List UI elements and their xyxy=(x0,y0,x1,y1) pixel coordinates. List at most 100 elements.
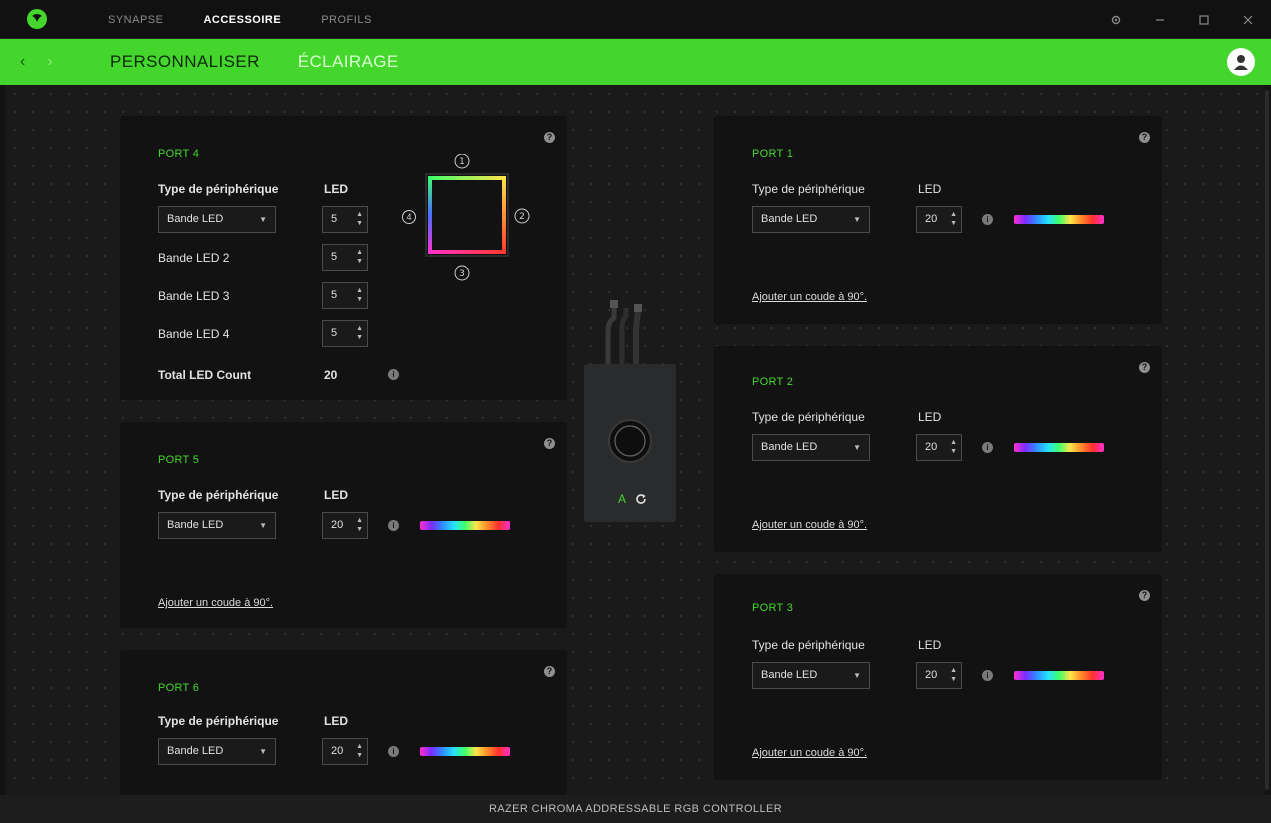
strip-2-label: Bande LED 2 xyxy=(158,251,230,265)
nav-accessoire[interactable]: ACCESSOIRE xyxy=(203,14,281,26)
led-stepper[interactable]: 5 ▲ ▼ xyxy=(322,206,368,233)
led-stepper[interactable]: 20 ▲ ▼ xyxy=(322,738,368,765)
maximize-icon[interactable] xyxy=(1195,11,1213,29)
stepper-arrows-icon[interactable]: ▲ ▼ xyxy=(950,666,957,684)
led-label: LED xyxy=(918,410,942,424)
stepper-value: 20 xyxy=(925,213,938,225)
help-icon[interactable]: ? xyxy=(1139,590,1150,601)
chevron-down-icon: ▼ xyxy=(259,521,267,530)
device-type-label: Type de périphérique xyxy=(158,182,279,196)
chevron-down-icon: ▼ xyxy=(259,215,267,224)
led-stepper[interactable]: 20 ▲ ▼ xyxy=(322,512,368,539)
refresh-icon[interactable] xyxy=(634,492,648,506)
led-label: LED xyxy=(918,638,942,652)
info-icon[interactable]: i xyxy=(388,746,399,757)
stepper-arrows-icon[interactable]: ▲ ▼ xyxy=(356,248,363,266)
strip-3-label: Bande LED 3 xyxy=(158,289,230,303)
device-type-dropdown[interactable]: Bande LED ▼ xyxy=(158,206,276,233)
help-icon[interactable]: ? xyxy=(544,132,555,143)
minimize-icon[interactable] xyxy=(1151,11,1169,29)
stepper-value: 5 xyxy=(331,289,338,301)
device-type-dropdown[interactable]: Bande LED ▼ xyxy=(158,512,276,539)
add-bend-link[interactable]: Ajouter un coude à 90°. xyxy=(752,291,867,303)
device-name: RAZER CHROMA ADDRESSABLE RGB CONTROLLER xyxy=(488,803,783,815)
back-arrow-icon[interactable]: ‹ xyxy=(20,53,25,71)
device-type-label: Type de périphérique xyxy=(158,714,279,728)
info-icon[interactable]: i xyxy=(388,520,399,531)
top-menu-bar: SYNAPSE ACCESSOIRE PROFILS xyxy=(0,0,1271,39)
port-title: PORT 3 xyxy=(752,602,794,614)
rgb-controller-device: A xyxy=(584,364,676,522)
chevron-down-icon: ▼ xyxy=(853,443,861,452)
stepper-arrows-icon[interactable]: ▲ ▼ xyxy=(356,286,363,304)
stepper-arrows-icon[interactable]: ▲ ▼ xyxy=(356,742,363,760)
led-stepper[interactable]: 20 ▲ ▼ xyxy=(916,434,962,461)
led-ring-diagram: 1 2 3 xyxy=(425,154,530,281)
port-title: PORT 2 xyxy=(752,376,794,388)
dropdown-value: Bande LED xyxy=(761,669,818,681)
strip-2-stepper[interactable]: 5 ▲ ▼ xyxy=(322,244,368,271)
stepper-arrows-icon[interactable]: ▲ ▼ xyxy=(356,324,363,342)
tab-personnaliser[interactable]: PERSONNALISER xyxy=(110,52,260,72)
settings-icon[interactable] xyxy=(1107,11,1125,29)
tab-eclairage[interactable]: ÉCLAIRAGE xyxy=(298,52,399,72)
stepper-arrows-icon[interactable]: ▲ ▼ xyxy=(950,210,957,228)
port-3-card: ? PORT 3 Type de périphérique LED Bande … xyxy=(714,574,1162,780)
ring-label-2: 2 xyxy=(519,212,525,222)
ring-label-3: 3 xyxy=(459,269,465,279)
razer-chroma-logo-icon xyxy=(608,419,652,463)
led-stepper[interactable]: 20 ▲ ▼ xyxy=(916,662,962,689)
strip-4-stepper[interactable]: 5 ▲ ▼ xyxy=(322,320,368,347)
device-type-dropdown[interactable]: Bande LED ▼ xyxy=(752,434,870,461)
info-icon[interactable]: i xyxy=(982,214,993,225)
led-strip-preview xyxy=(1014,215,1104,224)
port-2-card: ? PORT 2 Type de périphérique LED Bande … xyxy=(714,346,1162,552)
led-stepper[interactable]: 20 ▲ ▼ xyxy=(916,206,962,233)
dropdown-value: Bande LED xyxy=(167,213,224,225)
help-icon[interactable]: ? xyxy=(544,666,555,677)
stepper-arrows-icon[interactable]: ▲ ▼ xyxy=(356,516,363,534)
help-icon[interactable]: ? xyxy=(1139,132,1150,143)
strip-3-stepper[interactable]: 5 ▲ ▼ xyxy=(322,282,368,309)
port-4-card: ? PORT 4 Type de périphérique LED Bande … xyxy=(120,116,567,400)
port-5-card: ? PORT 5 Type de périphérique LED Bande … xyxy=(120,422,567,628)
controller-cables xyxy=(605,300,642,370)
port-6-card: ? PORT 6 Type de périphérique LED Bande … xyxy=(120,650,567,795)
port-1-card: ? PORT 1 Type de périphérique LED Bande … xyxy=(714,116,1162,324)
window-controls xyxy=(1107,0,1257,39)
forward-arrow-icon[interactable]: › xyxy=(47,53,52,71)
scrollbar[interactable] xyxy=(1265,90,1269,790)
port-title: PORT 5 xyxy=(158,454,200,466)
nav-profils[interactable]: PROFILS xyxy=(321,14,372,26)
device-name-footer: RAZER CHROMA ADDRESSABLE RGB CONTROLLER xyxy=(0,795,1271,823)
add-bend-link[interactable]: Ajouter un coude à 90°. xyxy=(158,597,273,609)
help-icon[interactable]: ? xyxy=(544,438,555,449)
stepper-value: 20 xyxy=(331,745,344,757)
device-type-dropdown[interactable]: Bande LED ▼ xyxy=(158,738,276,765)
info-icon[interactable]: i xyxy=(982,670,993,681)
port-title: PORT 4 xyxy=(158,148,200,160)
user-avatar-icon[interactable] xyxy=(1227,48,1255,76)
nav-synapse[interactable]: SYNAPSE xyxy=(108,14,163,26)
led-label: LED xyxy=(324,714,348,728)
chevron-down-icon: ▼ xyxy=(853,215,861,224)
led-label: LED xyxy=(324,488,348,502)
dropdown-value: Bande LED xyxy=(761,213,818,225)
add-bend-link[interactable]: Ajouter un coude à 90°. xyxy=(752,747,867,759)
close-icon[interactable] xyxy=(1239,11,1257,29)
info-icon[interactable]: i xyxy=(388,369,399,380)
status-letter: A xyxy=(618,492,627,506)
stepper-arrows-icon[interactable]: ▲ ▼ xyxy=(356,210,363,228)
stepper-value: 20 xyxy=(331,519,344,531)
razer-logo-icon[interactable] xyxy=(26,8,48,30)
device-type-dropdown[interactable]: Bande LED ▼ xyxy=(752,662,870,689)
info-icon[interactable]: i xyxy=(982,442,993,453)
help-icon[interactable]: ? xyxy=(1139,362,1150,373)
sub-nav: PERSONNALISER ÉCLAIRAGE xyxy=(110,39,399,85)
stepper-value: 5 xyxy=(331,327,338,339)
total-led-label: Total LED Count xyxy=(158,368,252,382)
add-bend-link[interactable]: Ajouter un coude à 90°. xyxy=(752,519,867,531)
device-type-dropdown[interactable]: Bande LED ▼ xyxy=(752,206,870,233)
stepper-arrows-icon[interactable]: ▲ ▼ xyxy=(950,438,957,456)
ring-label-4-text: 4 xyxy=(406,212,412,222)
